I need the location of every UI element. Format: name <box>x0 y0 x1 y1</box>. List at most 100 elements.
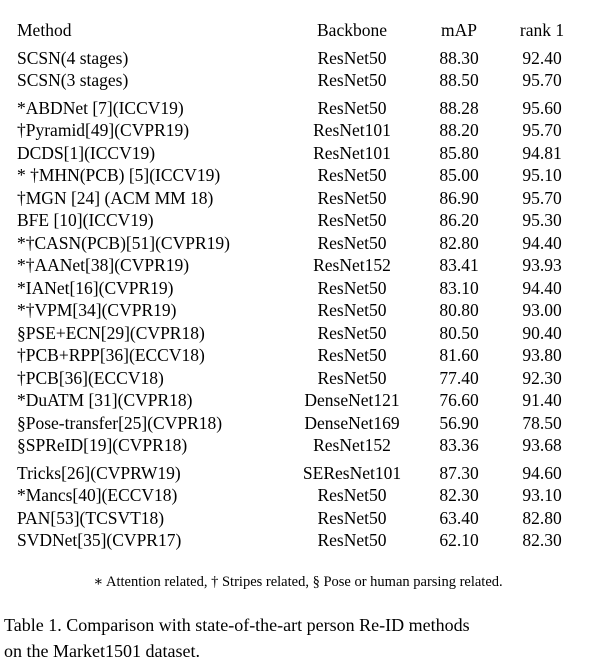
cell-backbone: ResNet152 <box>313 255 391 275</box>
cell-rank1: 94.81 <box>522 142 562 163</box>
cell-backbone: ResNet50 <box>317 367 387 388</box>
table-row: *DuATM [31](CVPR18) DenseNet121 76.60 91.40 <box>8 390 588 413</box>
column-header-map: mAP <box>441 20 477 40</box>
cell-map: 85.00 <box>439 165 479 185</box>
table-row: †PCB+RPP[36](ECCV18) ResNet50 81.60 93.80 <box>8 345 588 368</box>
table-figure-page: Method Backbone mAP rank 1 SCSN(4 stages) Res… <box>0 0 599 672</box>
cell-rank1: 93.10 <box>522 485 562 505</box>
cell-map: 88.28 <box>439 97 479 118</box>
cell-method: *IANet[16](CVPR19) <box>17 277 174 298</box>
cell-backbone: ResNet50 <box>317 530 387 550</box>
table-row: *†CASN(PCB)[51](CVPR19) ResNet50 82.80 94.4… <box>8 233 588 256</box>
cell-map: 83.36 <box>439 435 479 455</box>
cell-rank1: 95.70 <box>522 187 562 208</box>
table-row: §PSE+ECN[29](CVPR18) ResNet50 80.50 90.40 <box>8 323 588 346</box>
cell-map: 62.10 <box>439 530 479 550</box>
cell-backbone: SEResNet101 <box>302 462 402 483</box>
cell-backbone: ResNet50 <box>317 232 387 253</box>
cell-method: †MGN [24] (ACM MM 18) <box>17 187 214 208</box>
cell-method: *†AANet[38](CVPR19) <box>17 255 190 275</box>
table-header-row: Method Backbone mAP rank 1 <box>8 20 588 43</box>
caption-line-2: on the Market1501 dataset. <box>4 640 200 661</box>
cell-method: †PCB[36](ECCV18) <box>17 367 164 388</box>
table-row: *Mancs[40](ECCV18) ResNet50 82.30 93.10 <box>8 485 588 508</box>
cell-method: §PSE+ECN[29](CVPR18) <box>17 322 205 343</box>
column-header-rank1: rank 1 <box>519 20 565 40</box>
table-row: * †MHN(PCB) [5](ICCV19) ResNet50 85.00 95.1… <box>8 165 588 188</box>
cell-map: 88.50 <box>439 70 479 90</box>
table-row: †PCB[36](ECCV18) ResNet50 77.40 92.30 <box>8 368 588 391</box>
cell-method: SCSN(4 stages) <box>17 47 129 68</box>
table-row: §Pose-transfer[25](CVPR18) DenseNet169 56.… <box>8 413 588 436</box>
cell-map: 86.90 <box>439 187 479 208</box>
table-row: †Pyramid[49](CVPR19) ResNet101 88.20 95.70 <box>8 120 588 143</box>
cell-rank1: 94.40 <box>522 277 562 298</box>
cell-map: 80.80 <box>439 300 479 320</box>
cell-rank1: 82.80 <box>522 507 562 528</box>
column-header-backbone: Backbone <box>317 20 387 40</box>
table-row: *ABDNet [7](ICCV19) ResNet50 88.28 95.60 <box>8 98 588 121</box>
cell-method: †PCB+RPP[36](ECCV18) <box>17 345 205 365</box>
cell-map: 80.50 <box>439 322 479 343</box>
cell-method: *Mancs[40](ECCV18) <box>17 485 178 505</box>
cell-backbone: ResNet50 <box>317 485 387 505</box>
cell-method: †Pyramid[49](CVPR19) <box>17 120 190 140</box>
table-row: *†AANet[38](CVPR19) ResNet152 83.41 93.93 <box>8 255 588 278</box>
cell-backbone: ResNet50 <box>317 97 387 118</box>
cell-method: * †MHN(PCB) [5](ICCV19) <box>17 165 221 185</box>
cell-method: *ABDNet [7](ICCV19) <box>17 97 184 118</box>
table-row: SCSN(4 stages) ResNet50 88.30 92.40 <box>8 48 588 71</box>
cell-map: 85.80 <box>439 142 479 163</box>
cell-rank1: 92.30 <box>522 367 562 388</box>
cell-backbone: ResNet50 <box>317 187 387 208</box>
table-row: Tricks[26](CVPRW19) SEResNet101 87.30 94.60 <box>8 463 588 486</box>
cell-method: §SPReID[19](CVPR18) <box>17 435 188 455</box>
table-rule <box>8 553 588 558</box>
cell-rank1: 94.40 <box>522 232 562 253</box>
cell-map: 83.41 <box>439 255 479 275</box>
cell-map: 82.80 <box>439 232 479 253</box>
cell-method: SVDNet[35](CVPR17) <box>17 530 182 550</box>
cell-backbone: ResNet50 <box>317 210 387 230</box>
cell-rank1: 95.70 <box>522 70 562 90</box>
cell-backbone: ResNet101 <box>313 142 391 163</box>
caption-line-1: Table 1. Comparison with state-of-the-ar… <box>4 615 470 635</box>
cell-rank1: 93.68 <box>522 435 562 455</box>
cell-map: 56.90 <box>439 412 479 433</box>
cell-backbone: ResNet152 <box>313 435 391 455</box>
comparison-table-container: Method Backbone mAP rank 1 SCSN(4 stages) Res… <box>8 10 588 558</box>
cell-rank1: 95.60 <box>522 97 562 118</box>
cell-map: 86.20 <box>439 210 479 230</box>
table-row: SCSN(3 stages) ResNet50 88.50 95.70 <box>8 70 588 93</box>
cell-backbone: ResNet50 <box>317 322 387 343</box>
cell-rank1: 90.40 <box>522 322 562 343</box>
table-footnote: ∗ Attention related, † Stripes related, … <box>93 574 503 590</box>
cell-rank1: 95.10 <box>522 165 562 185</box>
cell-map: 83.10 <box>439 277 479 298</box>
cell-backbone: ResNet101 <box>313 120 391 140</box>
cell-method: PAN[53](TCSVT18) <box>17 507 165 528</box>
table-row: §SPReID[19](CVPR18) ResNet152 83.36 93.68 <box>8 435 588 458</box>
cell-rank1: 78.50 <box>522 412 562 433</box>
cell-map: 76.60 <box>439 390 479 410</box>
cell-rank1: 94.60 <box>522 462 562 483</box>
cell-method: §Pose-transfer[25](CVPR18) <box>17 412 223 433</box>
table-row: PAN[53](TCSVT18) ResNet50 63.40 82.80 <box>8 508 588 531</box>
table-row: *IANet[16](CVPR19) ResNet50 83.10 94.40 <box>8 278 588 301</box>
cell-map: 88.30 <box>439 47 479 68</box>
cell-method: *†VPM[34](CVPR19) <box>17 300 177 320</box>
table-caption: Table 1. Comparison with state-of-the-ar… <box>4 613 595 664</box>
table-rule-cell <box>8 553 588 558</box>
table-row: SVDNet[35](CVPR17) ResNet50 62.10 82.30 <box>8 530 588 553</box>
cell-backbone: DenseNet169 <box>304 412 400 433</box>
cell-rank1: 95.30 <box>522 210 562 230</box>
cell-map: 87.30 <box>439 462 479 483</box>
cell-rank1: 93.00 <box>522 300 562 320</box>
cell-map: 82.30 <box>439 485 479 505</box>
comparison-table: Method Backbone mAP rank 1 SCSN(4 stages) Res… <box>8 10 588 558</box>
cell-method: *DuATM [31](CVPR18) <box>17 390 193 410</box>
cell-backbone: ResNet50 <box>317 507 387 528</box>
cell-backbone: ResNet50 <box>317 277 387 298</box>
cell-rank1: 93.80 <box>522 345 562 365</box>
cell-method: DCDS[1](ICCV19) <box>17 142 156 163</box>
